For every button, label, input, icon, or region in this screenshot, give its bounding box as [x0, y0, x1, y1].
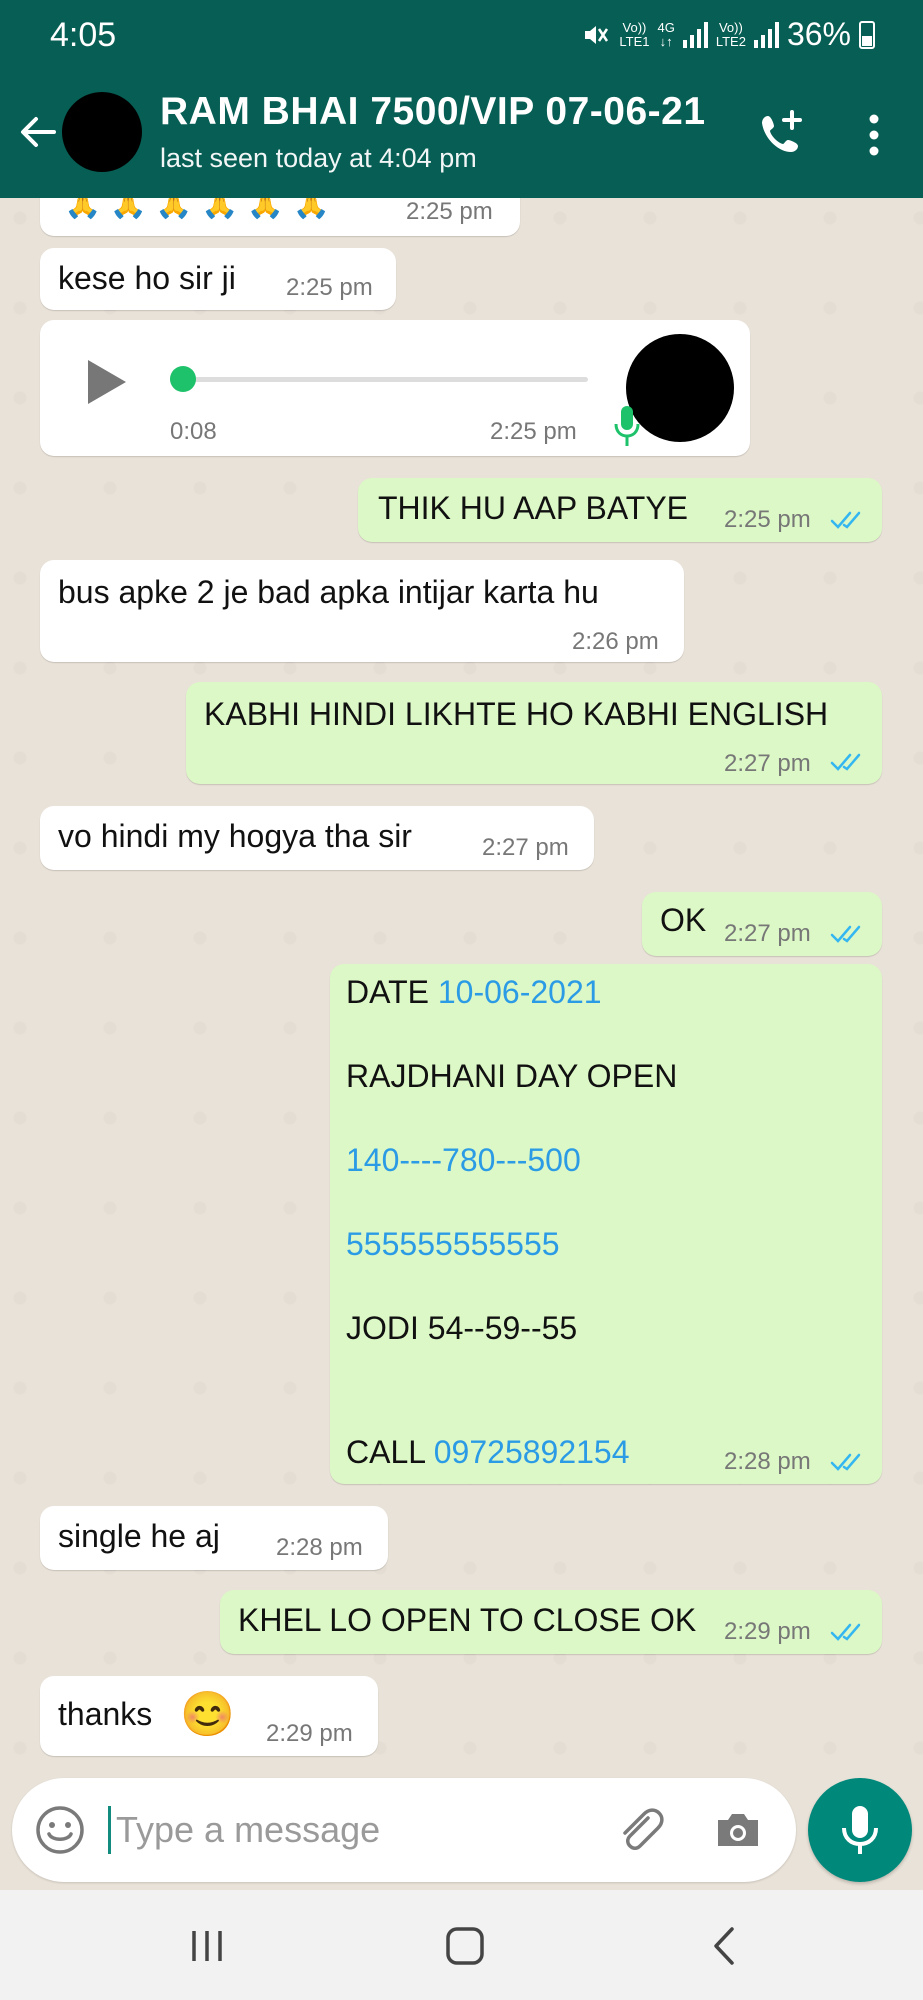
- network-type: 4G ↓↑: [657, 19, 675, 49]
- outgoing-message[interactable]: THIK HU AAP BATYE 2:25 pm: [358, 478, 882, 542]
- text-caret: [108, 1806, 111, 1854]
- voice-progress-track[interactable]: [170, 377, 588, 382]
- contact-avatar[interactable]: [62, 92, 142, 172]
- microphone-icon: [842, 1806, 878, 1854]
- camera-icon[interactable]: [712, 1804, 764, 1856]
- message-text: KHEL LO OPEN TO CLOSE OK: [238, 1602, 697, 1638]
- smile-emoji: 😊: [180, 1690, 235, 1739]
- contact-name[interactable]: RAM BHAI 7500/VIP 07-06-21: [160, 90, 706, 134]
- message-time: 2:25 pm: [724, 506, 811, 533]
- incoming-message[interactable]: kese ho sir ji 2:25 pm: [40, 248, 396, 310]
- status-time: 4:05: [50, 16, 117, 54]
- battery-icon: [859, 20, 875, 49]
- back-nav-icon[interactable]: [700, 1925, 750, 1967]
- add-call-icon[interactable]: [754, 106, 810, 162]
- sim2-volte: Vo)) LTE2: [715, 19, 746, 49]
- message-text: single he aj: [58, 1518, 220, 1554]
- attach-icon[interactable]: [612, 1802, 668, 1858]
- call-line: CALL 09725892154: [346, 1434, 630, 1470]
- jodi-line: JODI 54--59--55: [346, 1310, 578, 1346]
- sender-avatar: [626, 334, 734, 442]
- numbers-link[interactable]: 140----780---500: [346, 1142, 581, 1179]
- message-text: 🙏 🙏 🙏 🙏 🙏 🙏: [64, 198, 330, 220]
- incoming-message[interactable]: vo hindi my hogya tha sir 2:27 pm: [40, 806, 594, 870]
- home-icon[interactable]: [440, 1925, 490, 1967]
- mic-icon: [614, 406, 640, 446]
- read-ticks-icon: [830, 511, 861, 529]
- status-icons: Vo)) LTE1 4G ↓↑ Vo)) LTE2 36%: [581, 16, 875, 53]
- last-seen-status[interactable]: last seen today at 4:04 pm: [160, 143, 477, 174]
- fives-link[interactable]: 555555555555: [346, 1226, 560, 1263]
- message-text: THIK HU AAP BATYE: [378, 490, 689, 526]
- read-ticks-icon: [830, 1623, 861, 1641]
- message-composer: [12, 1778, 796, 1882]
- read-ticks-icon: [830, 925, 861, 943]
- date-link[interactable]: 10-06-2021: [438, 974, 602, 1010]
- message-time: 2:25 pm: [406, 198, 493, 225]
- more-options-icon[interactable]: [860, 110, 888, 160]
- voice-record-button[interactable]: [808, 1778, 912, 1882]
- incoming-message[interactable]: bus apke 2 je bad apka intijar karta hu …: [40, 560, 684, 662]
- status-bar: 4:05 Vo)) LTE1 4G ↓↑ Vo)) LTE2 36%: [0, 0, 923, 70]
- signal-icon: [753, 21, 779, 48]
- message-text: kese ho sir ji: [58, 260, 236, 296]
- outgoing-message[interactable]: KHEL LO OPEN TO CLOSE OK 2:29 pm: [220, 1590, 882, 1654]
- market-line: RAJDHANI DAY OPEN: [346, 1058, 678, 1094]
- message-text: KABHI HINDI LIKHTE HO KABHI ENGLISH: [204, 696, 829, 732]
- message-text: OK: [660, 902, 707, 938]
- system-navigation-bar: [0, 1890, 923, 2000]
- message-time: 2:27 pm: [724, 750, 811, 777]
- message-time: 2:28 pm: [276, 1534, 363, 1561]
- message-time: 2:29 pm: [724, 1618, 811, 1645]
- voice-message[interactable]: 0:08 2:25 pm: [40, 320, 750, 456]
- recent-apps-icon[interactable]: [182, 1925, 232, 1967]
- voice-duration: 0:08: [170, 418, 217, 445]
- incoming-message[interactable]: 🙏 🙏 🙏 🙏 🙏 🙏 2:25 pm: [40, 198, 520, 236]
- date-line: DATE 10-06-2021: [346, 974, 602, 1010]
- message-time: 2:25 pm: [286, 274, 373, 301]
- chat-header: RAM BHAI 7500/VIP 07-06-21 last seen tod…: [0, 70, 923, 198]
- message-time: 2:28 pm: [724, 1448, 811, 1475]
- message-text: bus apke 2 je bad apka intijar karta hu: [58, 574, 599, 610]
- message-time: 2:26 pm: [572, 628, 659, 655]
- read-ticks-icon: [830, 753, 861, 771]
- message-text: thanks: [58, 1696, 153, 1732]
- outgoing-message[interactable]: DATE 10-06-2021 RAJDHANI DAY OPEN 140---…: [330, 964, 882, 1484]
- chat-messages[interactable]: 🙏 🙏 🙏 🙏 🙏 🙏 2:25 pm kese ho sir ji 2:25 …: [0, 198, 923, 1778]
- play-icon[interactable]: [82, 356, 130, 408]
- message-time: 2:29 pm: [266, 1720, 353, 1747]
- incoming-message[interactable]: single he aj 2:28 pm: [40, 1506, 388, 1570]
- outgoing-message[interactable]: KABHI HINDI LIKHTE HO KABHI ENGLISH 2:27…: [186, 682, 882, 784]
- voice-progress-knob[interactable]: [170, 366, 196, 392]
- emoji-icon[interactable]: [34, 1804, 86, 1856]
- back-arrow-icon[interactable]: [14, 108, 62, 156]
- message-text: vo hindi my hogya tha sir: [58, 818, 412, 854]
- incoming-message[interactable]: thanks 😊 2:29 pm: [40, 1676, 378, 1756]
- message-time: 2:27 pm: [482, 834, 569, 861]
- phone-link[interactable]: 09725892154: [434, 1434, 630, 1470]
- mute-icon: [585, 25, 609, 44]
- message-time: 2:25 pm: [490, 418, 577, 445]
- outgoing-message[interactable]: OK 2:27 pm: [642, 892, 882, 956]
- battery-percent: 36%: [786, 16, 851, 52]
- signal-icon: [682, 21, 708, 48]
- message-input[interactable]: [116, 1800, 496, 1860]
- sim1-volte: Vo)) LTE1: [619, 19, 650, 49]
- read-ticks-icon: [830, 1453, 861, 1471]
- message-time: 2:27 pm: [724, 920, 811, 947]
